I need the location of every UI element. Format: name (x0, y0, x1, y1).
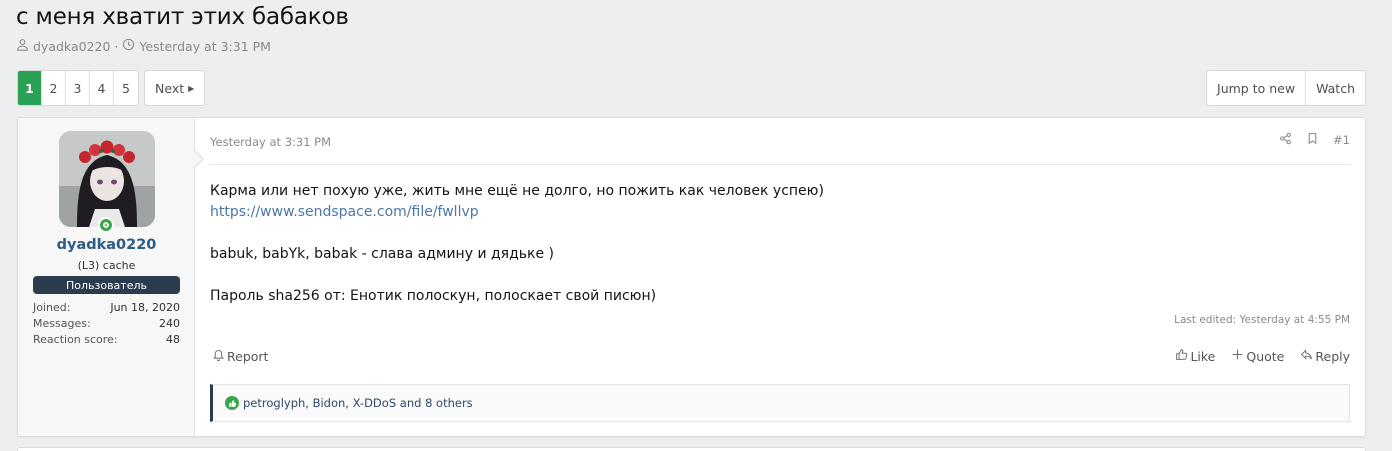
user-banner: Пользователь (33, 276, 180, 294)
like-label: Like (1190, 348, 1216, 364)
like-reaction-icon (225, 396, 239, 410)
next-post-card (17, 447, 1366, 451)
reply-button[interactable]: Reply (1300, 348, 1350, 364)
thread-date[interactable]: Yesterday at 3:31 PM (139, 39, 271, 54)
stat-label: Messages: (33, 317, 91, 330)
report-button[interactable]: Report (212, 348, 268, 364)
page-3-button[interactable]: 3 (66, 71, 90, 105)
thread-actions: Jump to new Watch (1206, 70, 1366, 106)
bell-icon (212, 348, 225, 364)
page-list: 1 2 3 4 5 (17, 70, 139, 106)
bookmark-icon[interactable] (1306, 132, 1319, 148)
post-tools: #1 (1279, 132, 1350, 148)
online-status-icon (98, 217, 114, 233)
last-edited: Last edited: Yesterday at 4:55 PM (1174, 314, 1350, 326)
caret-right-icon: ▶ (188, 83, 195, 93)
post-user-panel: dyadka0220 (L3) cache Пользователь Joine… (18, 118, 204, 436)
body-spacer (210, 265, 824, 286)
plus-icon (1231, 348, 1244, 364)
share-icon[interactable] (1279, 132, 1292, 148)
next-page-button[interactable]: Next ▶ (144, 70, 206, 106)
user-icon (16, 38, 29, 54)
page-2-button[interactable]: 2 (42, 71, 66, 105)
stat-value: 240 (159, 317, 180, 330)
post-number[interactable]: #1 (1333, 133, 1350, 147)
next-label: Next (155, 80, 185, 96)
thread-meta: dyadka0220 · Yesterday at 3:31 PM (16, 38, 271, 54)
reply-icon (1300, 348, 1313, 364)
quote-button[interactable]: Quote (1231, 348, 1284, 364)
body-line-3: Пароль sha256 от: Енотик полоскун, полос… (210, 288, 657, 304)
post-actions: Like Quote Reply (1175, 348, 1350, 364)
report-label: Report (227, 348, 269, 364)
quote-label: Quote (1246, 348, 1285, 364)
jump-to-new-button[interactable]: Jump to new (1207, 71, 1307, 105)
post-main: Yesterday at 3:31 PM #1 Карма или нет по… (195, 118, 1365, 436)
post-username[interactable]: dyadka0220 (18, 237, 195, 253)
post-divider (210, 164, 1350, 165)
body-line-1: Карма или нет похую уже, жить мне ещё не… (210, 183, 824, 199)
page-1-button[interactable]: 1 (18, 71, 42, 105)
stat-messages: Messages: 240 (33, 316, 180, 332)
body-line-2: babuk, babYk, babak - слава админу и дяд… (210, 246, 555, 262)
post-card: dyadka0220 (L3) cache Пользователь Joine… (17, 117, 1366, 437)
user-title: (L3) cache (77, 259, 136, 272)
clock-icon (122, 38, 135, 54)
stat-joined: Joined: Jun 18, 2020 (33, 300, 180, 316)
page-4-button[interactable]: 4 (90, 71, 114, 105)
reactions-list[interactable]: petroglyph, Bidon, X-DDoS and 8 others (243, 396, 473, 410)
avatar[interactable] (59, 131, 155, 227)
user-stats: Joined: Jun 18, 2020 Messages: 240 React… (33, 300, 180, 348)
post-body: Карма или нет похую уже, жить мне ещё не… (210, 181, 824, 307)
body-spacer (210, 223, 824, 244)
reply-label: Reply (1315, 348, 1350, 364)
stat-label: Joined: (33, 301, 71, 314)
page-5-button[interactable]: 5 (114, 71, 138, 105)
like-button[interactable]: Like (1175, 348, 1215, 364)
thread-title: с меня хватит этих бабаков (16, 4, 349, 30)
stat-reaction-score: Reaction score: 48 (33, 332, 180, 348)
stat-label: Reaction score: (33, 333, 118, 346)
body-link[interactable]: https://www.sendspace.com/file/fwllvp (210, 202, 824, 223)
post-date[interactable]: Yesterday at 3:31 PM (210, 135, 331, 149)
pagination: 1 2 3 4 5 Next ▶ (17, 70, 206, 106)
stat-value: Jun 18, 2020 (110, 301, 180, 314)
reactions-bar[interactable]: petroglyph, Bidon, X-DDoS and 8 others (210, 384, 1350, 422)
stat-value: 48 (166, 333, 180, 346)
thumbs-up-icon (1175, 348, 1188, 364)
meta-separator: · (114, 38, 119, 54)
watch-button[interactable]: Watch (1306, 71, 1365, 105)
thread-author[interactable]: dyadka0220 (33, 39, 110, 54)
